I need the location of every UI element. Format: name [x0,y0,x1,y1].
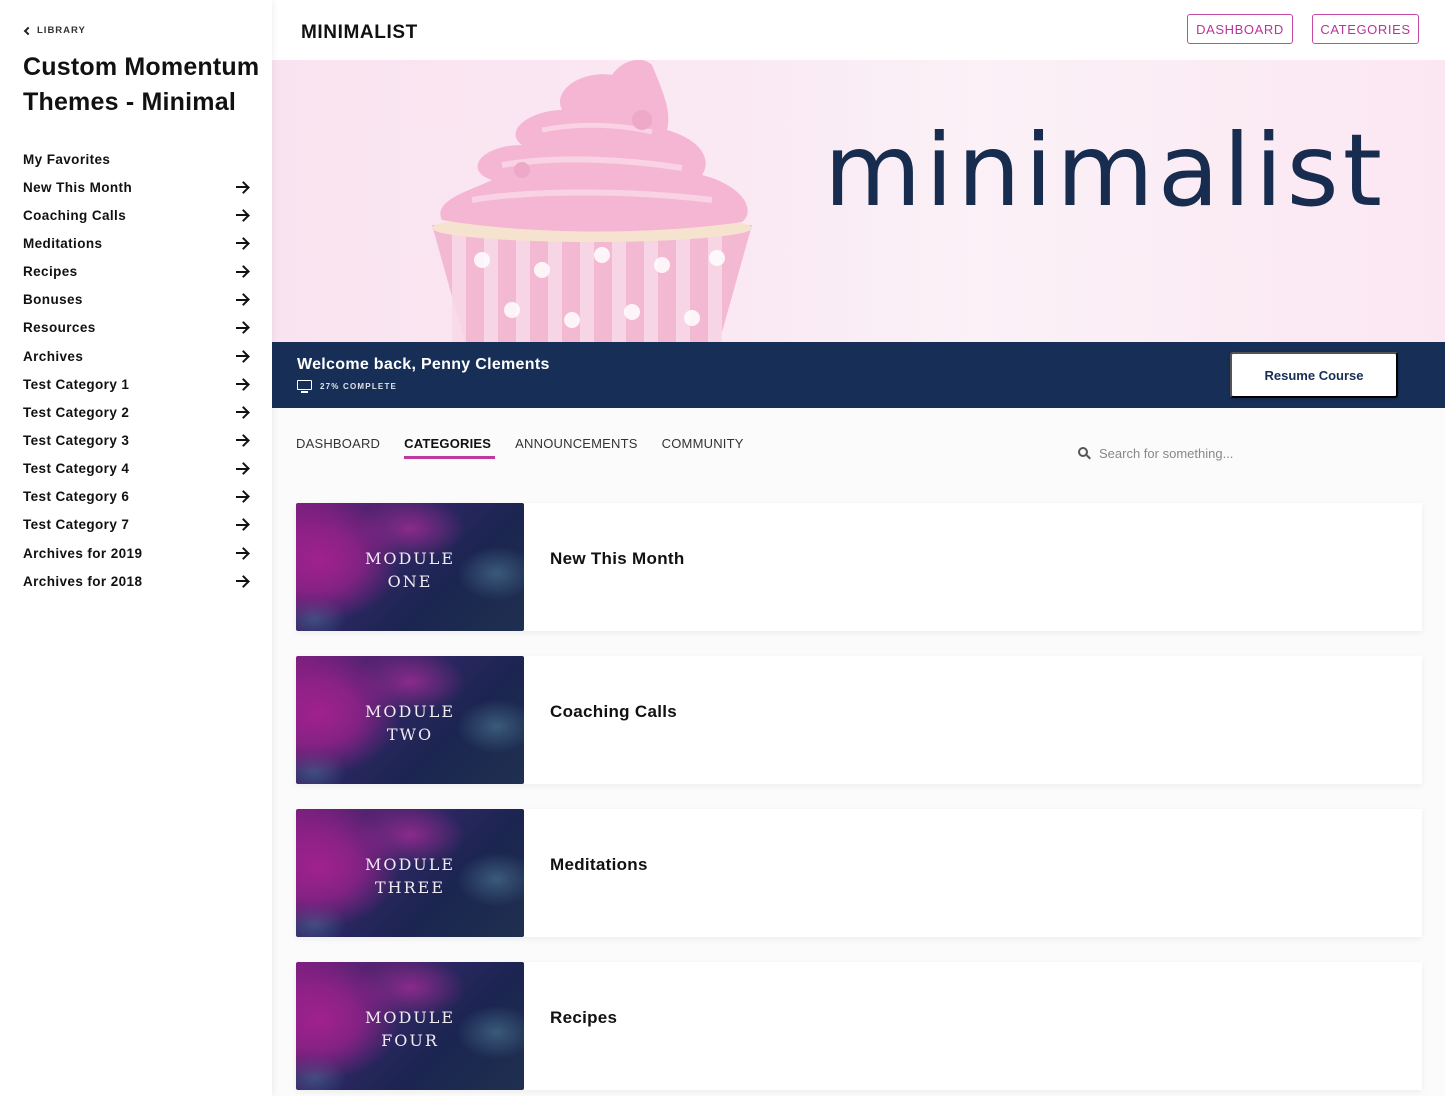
arrow-right-icon [235,519,249,531]
sidebar-item-new-this-month[interactable]: New This Month [23,173,249,201]
arrow-right-icon [235,266,249,278]
sidebar: LIBRARY Custom Momentum Themes - Minimal… [0,0,272,1096]
hero-banner: minimalist [272,60,1445,342]
arrow-right-icon [235,237,249,249]
module-thumbnail: MODULE FOUR [296,962,524,1090]
sidebar-item-test-category-2[interactable]: Test Category 2 [23,398,249,426]
search-input[interactable] [1099,446,1399,461]
sidebar-item-test-category-1[interactable]: Test Category 1 [23,370,249,398]
search-icon[interactable] [1078,447,1091,460]
arrow-right-icon [235,463,249,475]
module-label-line1: MODULE [364,549,456,568]
sidebar-item-label: Test Category 7 [23,517,130,533]
course-title: Custom Momentum Themes - Minimal [23,53,260,116]
welcome-banner: Welcome back, Penny Clements 27% COMPLET… [272,342,1445,408]
sidebar-item-label: Coaching Calls [23,207,127,223]
search-bar [1078,446,1418,461]
sidebar-item-test-category-3[interactable]: Test Category 3 [23,426,249,454]
dashboard-button[interactable]: DASHBOARD [1187,14,1293,44]
sidebar-item-label: Test Category 2 [23,404,130,420]
arrow-right-icon [235,547,249,559]
module-thumbnail-label: MODULE THREE [296,853,524,899]
module-thumbnail: MODULE TWO [296,656,524,784]
tab-community[interactable]: COMMUNITY [662,436,744,457]
module-title: Coaching Calls [550,702,678,721]
arrow-right-icon [235,209,249,221]
arrow-right-icon [235,434,249,446]
sidebar-item-label: Resources [23,320,96,336]
sidebar-item-label: Test Category 1 [23,376,130,392]
sidebar-item-archives[interactable]: Archives [23,342,249,370]
sidebar-item-label: Test Category 6 [23,489,130,505]
module-label-line2: FOUR [381,1031,439,1050]
module-card-meditations[interactable]: MODULE THREE Meditations [296,809,1422,937]
module-card-coaching-calls[interactable]: MODULE TWO Coaching Calls [296,656,1422,784]
sidebar-item-label: Archives for 2019 [23,545,143,561]
module-title: Meditations [550,855,648,874]
sidebar-item-test-category-4[interactable]: Test Category 4 [23,455,249,483]
categories-button[interactable]: CATEGORIES [1312,14,1419,44]
brand-logo[interactable]: MINIMALIST [301,22,418,44]
module-thumbnail-label: MODULE FOUR [296,1006,524,1052]
sidebar-item-recipes[interactable]: Recipes [23,258,249,286]
module-label-line2: ONE [387,572,433,591]
module-thumbnail: MODULE THREE [296,809,524,937]
sidebar-item-archives-2019[interactable]: Archives for 2019 [23,539,249,567]
module-label-line1: MODULE [364,855,456,874]
cupcake-image [432,60,752,342]
tab-categories[interactable]: CATEGORIES [404,436,496,459]
sidebar-item-label: Bonuses [23,292,83,308]
sidebar-item-label: Test Category 3 [23,432,130,448]
arrow-right-icon [235,350,249,362]
sidebar-item-label: Archives for 2018 [23,573,143,589]
back-link-label: LIBRARY [37,25,86,36]
sidebar-item-my-favorites[interactable]: My Favorites [23,145,249,173]
module-thumbnail: MODULE ONE [296,503,524,631]
module-label-line1: MODULE [364,702,456,721]
arrow-right-icon [235,322,249,334]
module-title: New This Month [550,549,685,568]
sidebar-item-archives-2018[interactable]: Archives for 2018 [23,567,249,595]
arrow-right-icon [235,181,249,193]
arrow-right-icon [235,378,249,390]
main-tabs: DASHBOARD CATEGORIES ANNOUNCEMENTS COMMU… [296,436,768,459]
arrow-right-icon [235,406,249,418]
sidebar-item-resources[interactable]: Resources [23,314,249,342]
welcome-message: Welcome back, Penny Clements [297,356,550,373]
module-label-line2: THREE [374,878,446,897]
sidebar-item-label: Meditations [23,235,103,251]
monitor-icon [297,380,312,393]
sidebar-item-label: Test Category 4 [23,461,130,477]
progress-label: 27% COMPLETE [320,382,398,391]
arrow-right-icon [235,294,249,306]
tab-announcements[interactable]: ANNOUNCEMENTS [515,436,638,457]
resume-course-button[interactable]: Resume Course [1230,352,1398,398]
sidebar-item-test-category-7[interactable]: Test Category 7 [23,511,249,539]
sidebar-item-label: New This Month [23,179,133,195]
sidebar-item-test-category-6[interactable]: Test Category 6 [23,483,249,511]
sidebar-item-label: Archives [23,348,84,364]
sidebar-item-bonuses[interactable]: Bonuses [23,286,249,314]
arrow-right-icon [235,575,249,587]
course-progress: 27% COMPLETE [297,380,397,393]
module-card-new-this-month[interactable]: MODULE ONE New This Month [296,503,1422,631]
category-nav: My Favorites New This Month Coaching Cal… [23,145,249,595]
chevron-left-icon [23,26,33,35]
top-bar: MINIMALIST DASHBOARD CATEGORIES [272,0,1445,60]
arrow-right-icon [235,491,249,503]
module-card-recipes[interactable]: MODULE FOUR Recipes [296,962,1422,1090]
module-label-line1: MODULE [364,1008,456,1027]
sidebar-item-label: Recipes [23,264,78,280]
module-title: Recipes [550,1008,618,1027]
module-thumbnail-label: MODULE ONE [296,547,524,593]
sidebar-item-coaching-calls[interactable]: Coaching Calls [23,201,249,229]
tab-dashboard[interactable]: DASHBOARD [296,436,380,457]
module-label-line2: TWO [386,725,434,744]
hero-title: minimalist [824,112,1386,229]
back-to-library-link[interactable]: LIBRARY [23,25,86,36]
module-thumbnail-label: MODULE TWO [296,700,524,746]
sidebar-item-label: My Favorites [23,151,111,167]
sidebar-item-meditations[interactable]: Meditations [23,229,249,257]
